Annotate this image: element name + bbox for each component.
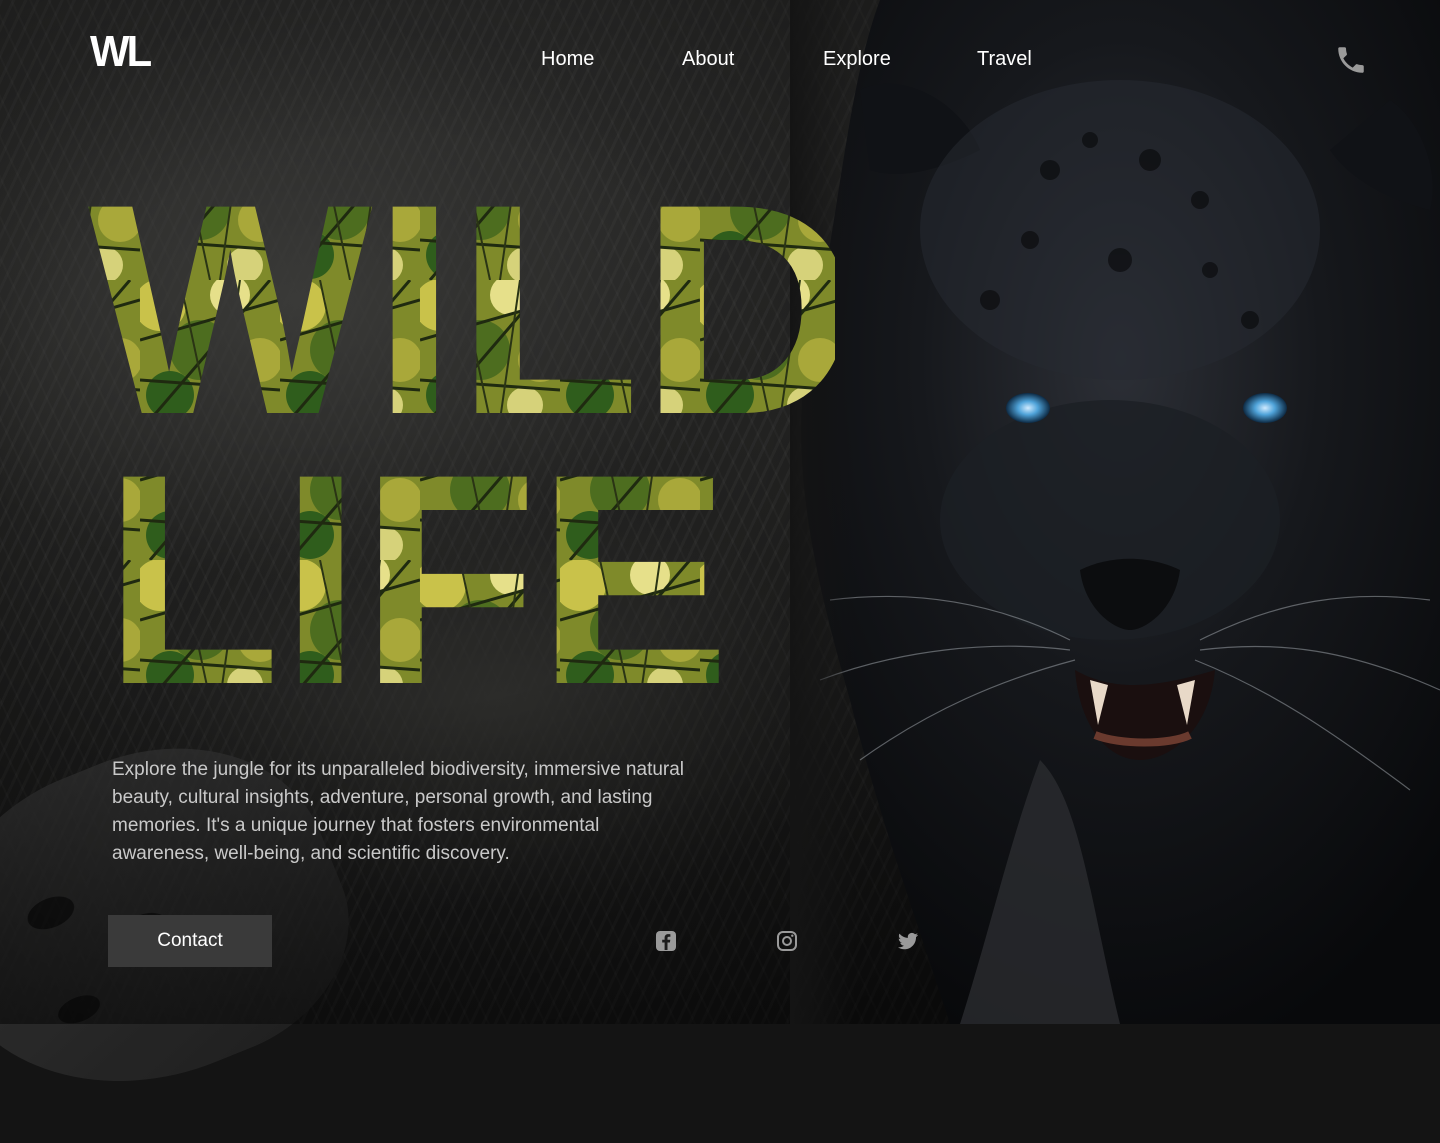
twitter-icon[interactable] — [896, 929, 920, 953]
contact-button[interactable]: Contact — [108, 915, 272, 967]
nav-home[interactable]: Home — [541, 48, 594, 71]
site-logo[interactable]: WL — [90, 30, 152, 74]
nav-travel[interactable]: Travel — [977, 48, 1032, 71]
instagram-icon[interactable] — [775, 929, 799, 953]
hero-description: Explore the jungle for its unparalleled … — [112, 759, 685, 864]
nav-about[interactable]: About — [682, 48, 734, 71]
black-panther-image — [790, 0, 1440, 1024]
phone-icon[interactable] — [1334, 43, 1368, 77]
nav-explore[interactable]: Explore — [823, 48, 891, 71]
facebook-icon[interactable] — [654, 929, 678, 953]
